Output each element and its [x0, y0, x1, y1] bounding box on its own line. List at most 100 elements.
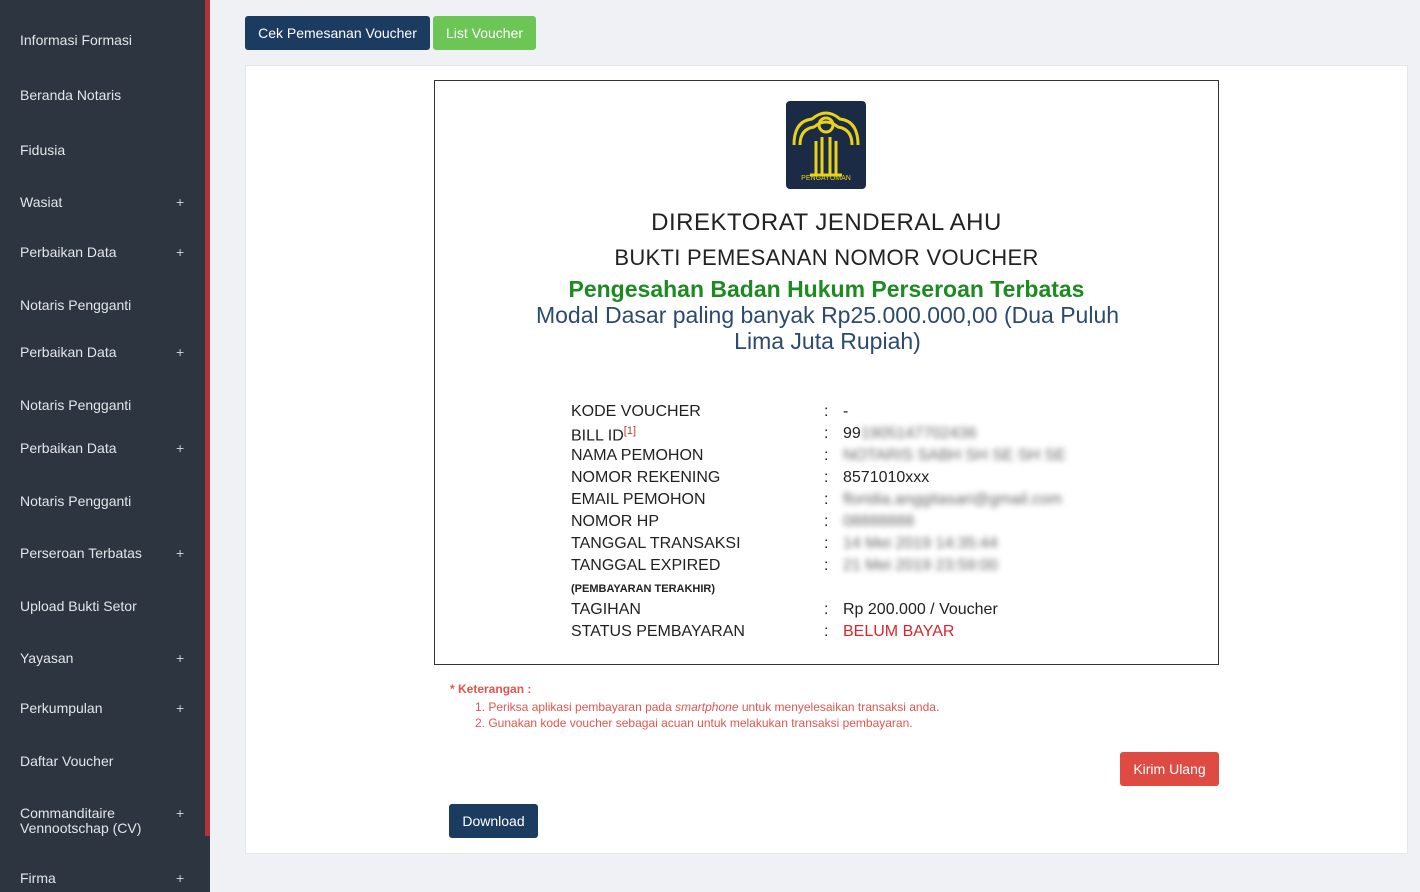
sidebar-item-upload-bukti-setor[interactable]: Upload Bukti Setor [0, 599, 205, 614]
field-label: TANGGAL EXPIRED [571, 557, 721, 574]
expand-plus-icon: + [176, 870, 185, 886]
sidebar-item-yayasan[interactable]: Yayasan + [0, 651, 205, 666]
field-separator: : [824, 469, 829, 486]
sidebar-item-perseroan-terbatas[interactable]: Perseroan Terbatas + [0, 546, 205, 561]
field-label: TAGIHAN [571, 601, 641, 618]
sidebar-item-label: Informasi Formasi [20, 32, 133, 48]
field-tanggal-expired: TANGGAL EXPIRED : 21 Mei 2019 23:59:00 [571, 557, 1191, 579]
field-separator: : [824, 601, 829, 618]
receipt-service-name: Pengesahan Badan Hukum Perseroan Terbata… [568, 276, 1085, 302]
blurred-value: 21 Mei 2019 23:59:00 [843, 557, 998, 574]
sidebar-item-label: Perbaikan Data [20, 440, 117, 456]
status-badge: BELUM BAYAR [843, 623, 955, 640]
field-label: NAMA PEMOHON [571, 447, 704, 464]
sidebar-item-label: Perseroan Terbatas [20, 545, 142, 561]
sidebar-item-label: Perbaikan Data [20, 244, 117, 260]
sidebar-item-notaris-pengganti[interactable]: Notaris Pengganti [0, 298, 205, 313]
sidebar-scrollbar[interactable] [205, 0, 210, 836]
sidebar-item-perkumpulan[interactable]: Perkumpulan + [0, 701, 205, 716]
sidebar-item-daftar-voucher[interactable]: Daftar Voucher [0, 754, 205, 769]
expand-plus-icon: + [176, 700, 185, 716]
field-email-pemohon: EMAIL PEMOHON : floridia.anggitasari@gma… [571, 491, 1191, 513]
field-value: 991905147702436 [843, 425, 976, 443]
blurred-value: 1905147702436 [860, 425, 977, 442]
field-value: 8571010xxx [843, 469, 930, 486]
field-kode-voucher: KODE VOUCHER : - [571, 403, 1191, 425]
sidebar-item-informasi-formasi[interactable]: Informasi Formasi [0, 33, 205, 48]
field-tagihan: TAGIHAN : Rp 200.000 / Voucher [571, 601, 1191, 623]
sidebar-item-label: Wasiat [20, 194, 63, 210]
sidebar-item-beranda-notaris[interactable]: Beranda Notaris [0, 88, 205, 103]
sidebar-item-perbaikan-data[interactable]: Perbaikan Data + [0, 441, 205, 456]
blurred-value: NOTARIS SABH SH SE SH SE [843, 447, 1066, 464]
kemenkumham-logo: PENGAYOMAN [786, 101, 866, 189]
sidebar-item-label: Perkumpulan [20, 700, 103, 716]
field-nomor-hp: NOMOR HP : 08888888 [571, 513, 1191, 535]
field-label: TANGGAL TRANSAKSI [571, 535, 741, 552]
sidebar-item-label: Commanditaire Vennootschap (CV) [20, 805, 142, 836]
expand-plus-icon: + [176, 805, 185, 821]
field-separator: : [824, 623, 829, 640]
sidebar-item-label: Fidusia [20, 142, 66, 158]
expand-plus-icon: + [176, 545, 185, 561]
sidebar-item-label: Yayasan [20, 650, 74, 666]
blurred-value: 14 Mei 2019 14:35:44 [843, 535, 998, 552]
field-separator: : [824, 403, 829, 420]
last-payment-note: (PEMBAYARAN TERAKHIR) [571, 583, 716, 595]
sidebar-item-label: Perbaikan Data [20, 344, 117, 360]
sidebar: Informasi Formasi Beranda Notaris Fidusi… [0, 0, 210, 892]
field-status-pembayaran: STATUS PEMBAYARAN : BELUM BAYAR [571, 623, 1191, 645]
sidebar-item-fidusia[interactable]: Fidusia [0, 143, 205, 158]
notes-line-2: 2. Gunakan kode voucher sebagai acuan un… [475, 716, 913, 730]
field-separator: : [824, 557, 829, 574]
expand-plus-icon: + [176, 650, 185, 666]
footnote-ref[interactable]: [1] [624, 425, 636, 437]
notes-line-1-emphasis: smartphone [675, 700, 739, 714]
notes-line-1-start: 1. Periksa aplikasi pembayaran pada [475, 700, 676, 714]
expand-plus-icon: + [176, 344, 185, 360]
receipt-capital-description: Modal Dasar paling banyak Rp25.000.000,0… [535, 302, 1120, 354]
voucher-receipt: PENGAYOMAN DIREKTORAT JENDERAL AHU BUKTI… [434, 80, 1219, 665]
expand-plus-icon: + [176, 244, 185, 260]
field-label: EMAIL PEMOHON [571, 491, 706, 508]
field-value: Rp 200.000 / Voucher [843, 601, 998, 618]
field-separator: : [824, 535, 829, 552]
sidebar-item-label: Daftar Voucher [20, 753, 114, 769]
expand-plus-icon: + [176, 440, 185, 456]
field-label: NOMOR HP [571, 513, 659, 530]
receipt-subtitle: BUKTI PEMESANAN NOMOR VOUCHER [614, 245, 1039, 270]
sidebar-item-label: Beranda Notaris [20, 87, 122, 103]
sidebar-item-wasiat[interactable]: Wasiat + [0, 195, 205, 210]
sidebar-item-notaris-pengganti[interactable]: Notaris Pengganti [0, 398, 205, 413]
field-nama-pemohon: NAMA PEMOHON : NOTARIS SABH SH SE SH SE [571, 447, 1191, 469]
field-bill-id: BILL ID[1] : 991905147702436 [571, 425, 1191, 447]
field-separator: : [824, 491, 829, 508]
cek-pemesanan-voucher-button[interactable]: Cek Pemesanan Voucher [245, 16, 430, 50]
field-value: - [843, 403, 849, 420]
list-voucher-button[interactable]: List Voucher [433, 16, 536, 50]
notes-heading: * Keterangan : [450, 682, 532, 696]
field-value-prefix: 99 [843, 425, 861, 442]
sidebar-item-cv[interactable]: Commanditaire Vennootschap (CV) + [0, 806, 205, 836]
field-tanggal-transaksi: TANGGAL TRANSAKSI : 14 Mei 2019 14:35:44 [571, 535, 1191, 557]
receipt-title: DIREKTORAT JENDERAL AHU [651, 209, 1002, 236]
sidebar-item-firma[interactable]: Firma + [0, 871, 205, 886]
field-nomor-rekening: NOMOR REKENING : 8571010xxx [571, 469, 1191, 491]
kirim-ulang-button[interactable]: Kirim Ulang [1120, 752, 1219, 786]
field-label: BILL ID [571, 427, 624, 445]
field-label-wrap: BILL ID[1] [571, 425, 636, 445]
sidebar-item-label: Notaris Pengganti [20, 397, 132, 413]
download-button[interactable]: Download [449, 804, 538, 838]
sidebar-item-notaris-pengganti[interactable]: Notaris Pengganti [0, 494, 205, 509]
field-separator: : [824, 513, 829, 530]
sidebar-item-label: Upload Bukti Setor [20, 598, 137, 614]
blurred-value: 08888888 [843, 513, 915, 530]
sidebar-item-label: Firma [20, 870, 56, 886]
logo-caption: PENGAYOMAN [801, 175, 851, 182]
notes-section: * Keterangan : 1. Periksa aplikasi pemba… [450, 682, 939, 730]
field-separator: : [824, 425, 829, 442]
field-separator: : [824, 447, 829, 464]
sidebar-item-perbaikan-data[interactable]: Perbaikan Data + [0, 345, 205, 360]
sidebar-item-perbaikan-data[interactable]: Perbaikan Data + [0, 245, 205, 260]
field-label: STATUS PEMBAYARAN [571, 623, 745, 640]
